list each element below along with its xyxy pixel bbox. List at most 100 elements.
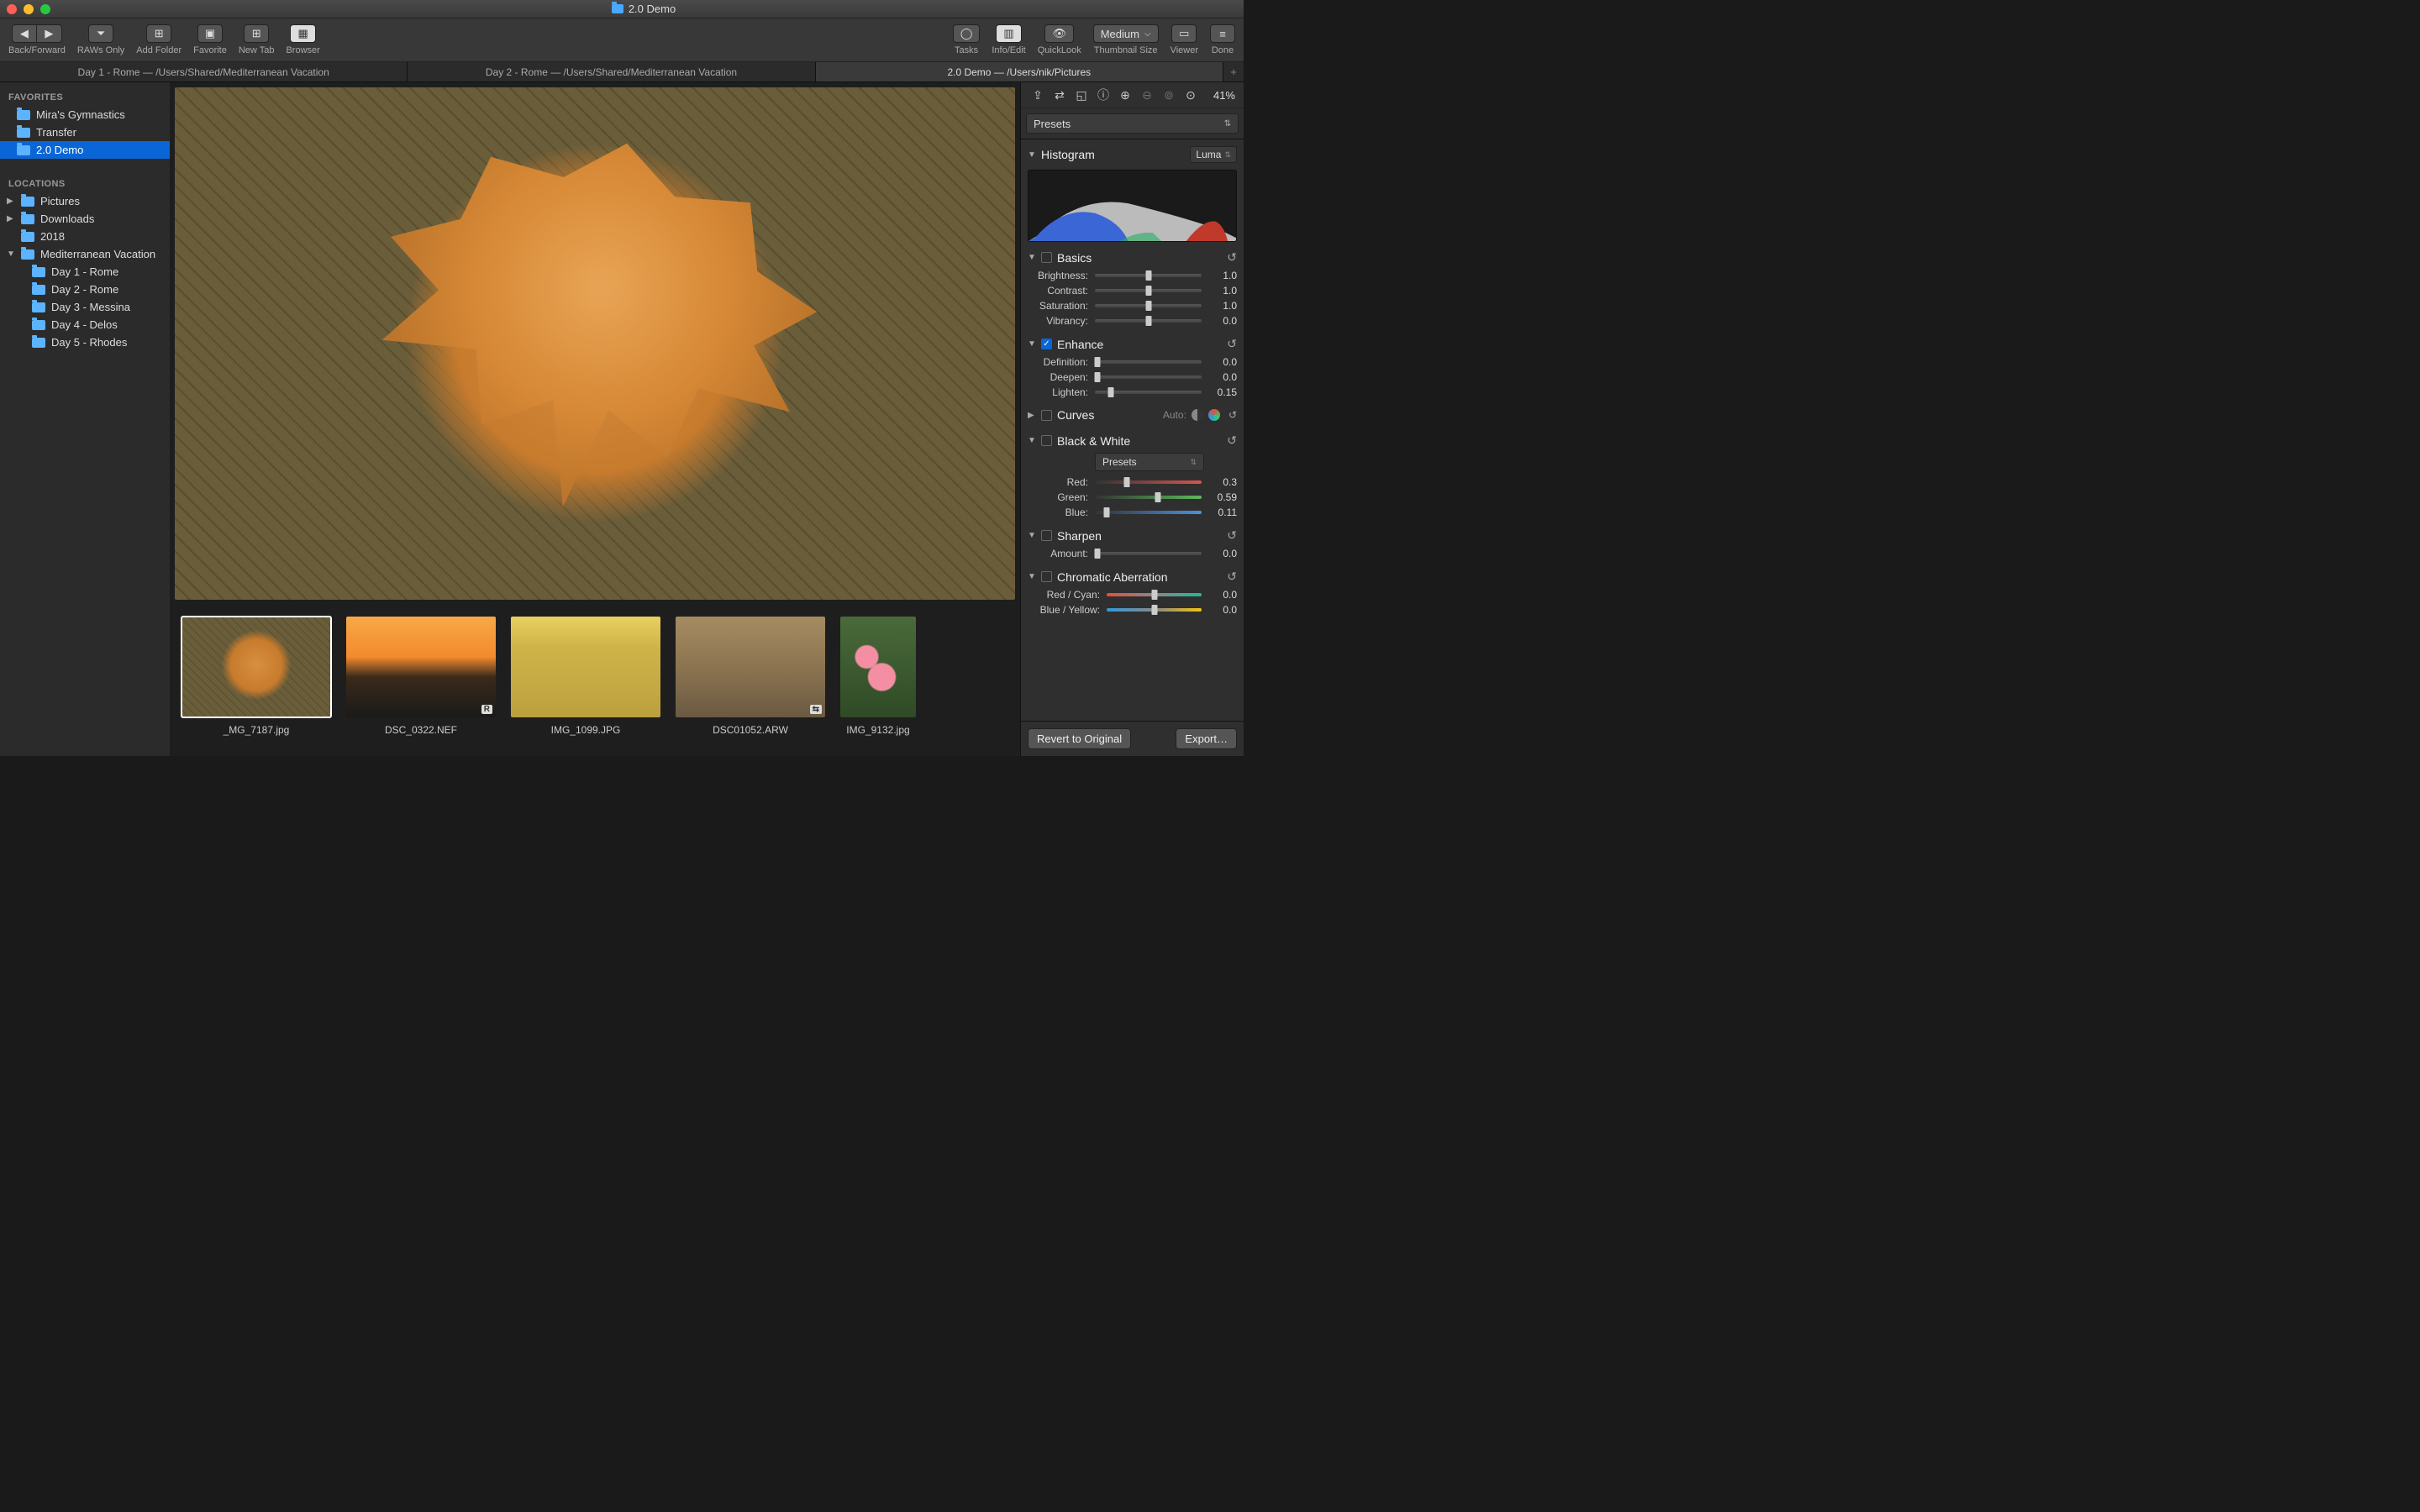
share-icon[interactable]: ⇪ — [1029, 87, 1046, 102]
reset-icon[interactable]: ↺ — [1227, 528, 1237, 543]
basics-checkbox[interactable] — [1041, 252, 1052, 263]
browser-button[interactable]: ▦ — [290, 24, 315, 43]
tab-day1-rome[interactable]: Day 1 - Rome — /Users/Shared/Mediterrane… — [0, 62, 408, 81]
definition-slider[interactable] — [1095, 356, 1202, 368]
close-window-button[interactable] — [7, 4, 17, 14]
back-button[interactable]: ◀ — [12, 24, 37, 43]
bw-green-slider[interactable] — [1095, 491, 1202, 503]
enhance-checkbox[interactable]: ✓ — [1041, 339, 1052, 349]
zoom-in-icon[interactable]: ⊕ — [1117, 87, 1134, 102]
sidebar-item-day1-rome[interactable]: Day 1 - Rome — [0, 263, 170, 281]
add-folder-button[interactable]: ⊞ — [146, 24, 171, 43]
image-preview[interactable] — [170, 82, 1020, 605]
panel-scroll[interactable]: ▼ Histogram Luma ▼ — [1021, 139, 1244, 721]
reset-icon[interactable]: ↺ — [1227, 250, 1237, 265]
reset-icon[interactable]: ↺ — [1227, 433, 1237, 448]
reset-icon[interactable]: ↺ — [1227, 337, 1237, 351]
curves-checkbox[interactable] — [1041, 410, 1052, 421]
disclosure-icon[interactable]: ▼ — [1028, 436, 1036, 445]
sidebar-item-miras-gymnastics[interactable]: Mira's Gymnastics — [0, 106, 170, 123]
zoom-100-icon[interactable]: ⊚ — [1160, 87, 1177, 102]
disclosure-icon[interactable]: ▼ — [1028, 572, 1036, 581]
panel-toolbar: ⇪ ⇄ ◱ ⓘ ⊕ ⊖ ⊚ ⊙ 41% — [1021, 82, 1244, 108]
filmstrip[interactable]: _MG_7187.jpg R DSC_0322.NEF IMG_1099.JPG… — [170, 605, 1020, 756]
presets-select[interactable]: Presets — [1026, 113, 1239, 134]
bw-checkbox[interactable] — [1041, 435, 1052, 446]
reset-icon[interactable]: ↺ — [1228, 409, 1237, 421]
sidebar-item-mediterranean-vacation[interactable]: ▼ Mediterranean Vacation — [0, 245, 170, 263]
brightness-slider[interactable] — [1095, 270, 1202, 281]
crop-icon[interactable]: ◱ — [1073, 87, 1090, 102]
bw-red-slider[interactable] — [1095, 476, 1202, 488]
sidebar-item-day5-rhodes[interactable]: Day 5 - Rhodes — [0, 333, 170, 351]
done-button[interactable]: ≡ — [1210, 24, 1235, 43]
disclosure-icon[interactable]: ▼ — [1028, 339, 1036, 349]
tab-add-button[interactable]: + — [1223, 62, 1244, 81]
auto-label: Auto: — [1163, 409, 1186, 421]
forward-button[interactable]: ▶ — [37, 24, 62, 43]
thumbnail[interactable]: ⇆ DSC01052.ARW — [676, 617, 825, 749]
sidebar-item-day3-messina[interactable]: Day 3 - Messina — [0, 298, 170, 316]
lighten-slider[interactable] — [1095, 386, 1202, 398]
panel-footer: Revert to Original Export… — [1021, 721, 1244, 756]
ca-checkbox[interactable] — [1041, 571, 1052, 582]
sidebar-item-downloads[interactable]: ▶Downloads — [0, 210, 170, 228]
ca-rc-slider[interactable] — [1107, 589, 1202, 601]
sharpen-checkbox[interactable] — [1041, 530, 1052, 541]
zoom-out-icon[interactable]: ⊖ — [1139, 87, 1155, 102]
auto-luma-icon[interactable] — [1192, 409, 1203, 421]
tab-2-0-demo[interactable]: 2.0 Demo — /Users/nik/Pictures — [816, 62, 1223, 81]
sidebar-item-label: Mediterranean Vacation — [40, 248, 155, 260]
contrast-slider[interactable] — [1095, 285, 1202, 297]
new-tab-button[interactable]: ⊞ — [244, 24, 269, 43]
basics-section: ▼ Basics ↺ Brightness:1.0 Contrast:1.0 S… — [1028, 247, 1237, 328]
disclosure-icon[interactable]: ▼ — [1028, 531, 1036, 540]
sidebar-item-2018[interactable]: 2018 — [0, 228, 170, 245]
compare-icon[interactable]: ⇄ — [1051, 87, 1068, 102]
sidebar-item-pictures[interactable]: ▶Pictures — [0, 192, 170, 210]
tab-day2-rome[interactable]: Day 2 - Rome — /Users/Shared/Mediterrane… — [408, 62, 815, 81]
minimize-window-button[interactable] — [24, 4, 34, 14]
thumbnail[interactable]: _MG_7187.jpg — [182, 617, 331, 749]
auto-rgb-icon[interactable] — [1208, 409, 1220, 421]
revert-button[interactable]: Revert to Original — [1028, 728, 1131, 749]
bw-blue-slider[interactable] — [1095, 507, 1202, 518]
saturation-slider[interactable] — [1095, 300, 1202, 312]
disclosure-icon[interactable]: ▶ — [7, 197, 15, 206]
disclosure-icon[interactable]: ▼ — [1028, 150, 1036, 160]
curves-title: Curves — [1057, 408, 1094, 422]
info-edit-button[interactable]: ▥ — [996, 24, 1021, 43]
sidebar-item-2-0-demo[interactable]: 2.0 Demo — [0, 141, 170, 159]
thumbnail[interactable]: IMG_1099.JPG — [511, 617, 660, 749]
disclosure-icon[interactable]: ▼ — [1028, 253, 1036, 262]
raws-only-button[interactable]: ⏷ — [88, 24, 113, 43]
thumbnail-size-select[interactable]: Medium — [1093, 24, 1159, 43]
back-forward-group: ◀ ▶ Back/Forward — [8, 24, 66, 55]
deepen-slider[interactable] — [1095, 371, 1202, 383]
zoom-fit-icon[interactable]: ⊙ — [1182, 87, 1199, 102]
favorite-button[interactable]: ▣ — [197, 24, 223, 43]
vibrancy-value: 0.0 — [1208, 315, 1237, 327]
info-icon[interactable]: ⓘ — [1095, 87, 1112, 102]
maximize-window-button[interactable] — [40, 4, 50, 14]
bw-presets-select[interactable]: Presets — [1095, 453, 1204, 471]
tasks-button[interactable]: ◯ — [953, 24, 981, 43]
sidebar-item-transfer[interactable]: Transfer — [0, 123, 170, 141]
sidebar-item-day2-rome[interactable]: Day 2 - Rome — [0, 281, 170, 298]
vibrancy-slider[interactable] — [1095, 315, 1202, 327]
disclosure-icon[interactable]: ▶ — [1028, 411, 1036, 420]
ca-by-slider[interactable] — [1107, 604, 1202, 616]
thumbnail[interactable]: R DSC_0322.NEF — [346, 617, 496, 749]
disclosure-icon[interactable]: ▶ — [7, 214, 15, 223]
histogram-title: Histogram — [1041, 148, 1095, 161]
thumbnail[interactable]: IMG_9132.jpg — [840, 617, 916, 749]
reset-icon[interactable]: ↺ — [1227, 570, 1237, 584]
sharpen-amount-slider[interactable] — [1095, 548, 1202, 559]
histogram-mode-select[interactable]: Luma — [1190, 146, 1237, 163]
disclosure-icon[interactable]: ▼ — [7, 249, 15, 259]
sidebar-item-day4-delos[interactable]: Day 4 - Delos — [0, 316, 170, 333]
export-button[interactable]: Export… — [1176, 728, 1237, 749]
raw-badge: R — [481, 705, 492, 714]
quicklook-button[interactable]: 👁 — [1044, 24, 1074, 43]
viewer-button[interactable]: ▭ — [1171, 24, 1197, 43]
